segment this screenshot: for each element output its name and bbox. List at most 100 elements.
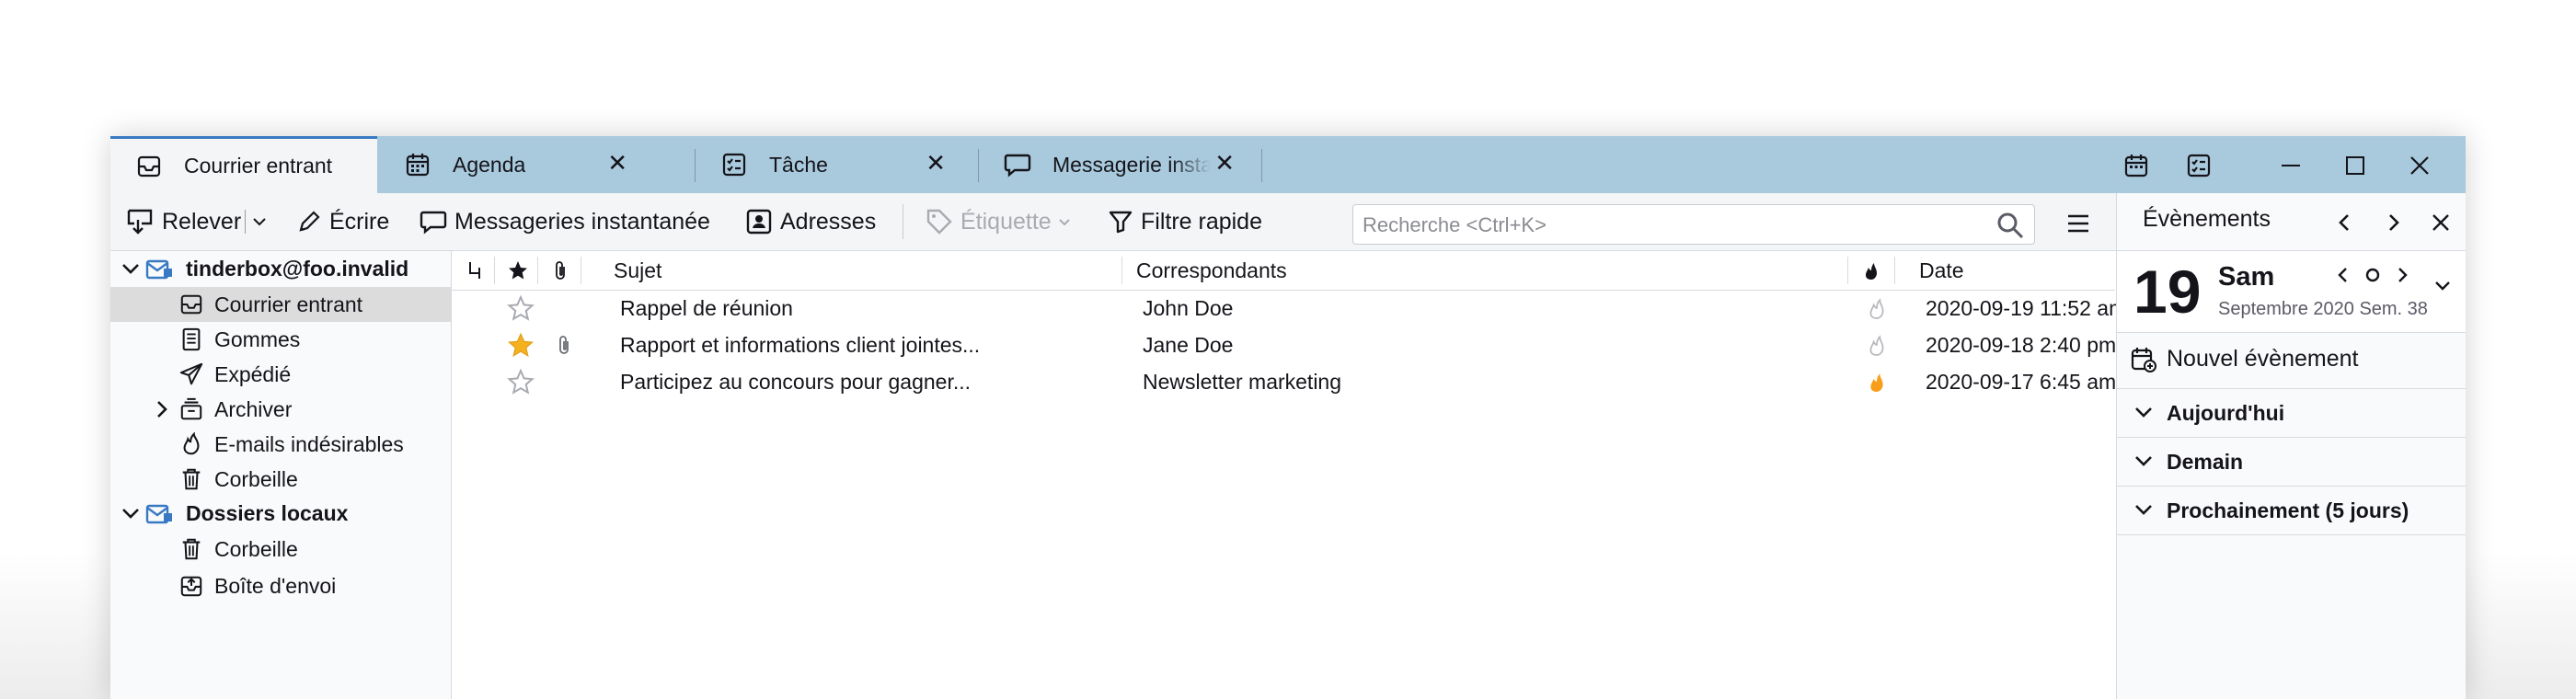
chevron-left-icon[interactable] (2336, 266, 2351, 289)
thread-column-icon[interactable] (466, 251, 485, 290)
flame-icon[interactable] (1867, 363, 1887, 400)
account-row[interactable]: Dossiers locaux (110, 496, 451, 531)
flame-icon[interactable] (1867, 290, 1887, 327)
folder-sent[interactable]: Expédié (110, 357, 451, 392)
quick-filter-label: Filtre rapide (1141, 208, 1262, 235)
folder-trash[interactable]: Corbeille (110, 532, 451, 567)
column-correspondents[interactable]: Correspondants (1136, 251, 1287, 290)
folder-label: Boîte d'envoi (214, 573, 337, 598)
mini-day: 19 Sam Septembre 2020 Sem. 38 (2117, 251, 2466, 333)
star-column-icon[interactable] (507, 251, 529, 290)
divider (494, 257, 495, 284)
message-from: Jane Doe (1143, 332, 1234, 357)
write-button[interactable]: Écrire (296, 206, 389, 237)
folder-pane: tinderbox@foo.invalid Courrier entrant G… (110, 251, 452, 699)
message-subject: Rappel de réunion (620, 295, 793, 320)
star-icon[interactable] (507, 290, 535, 327)
today-circle-icon[interactable] (2363, 266, 2382, 289)
get-messages-dropdown[interactable] (250, 206, 276, 237)
tag-icon (926, 209, 952, 235)
day-number: 19 (2133, 258, 2202, 326)
search-input[interactable] (1361, 209, 1972, 242)
divider (245, 210, 246, 234)
folder-trash[interactable]: Corbeille (110, 462, 451, 497)
folder-label: Expédié (214, 361, 292, 386)
tab-chat[interactable]: Messagerie insta ✕ (979, 136, 1259, 193)
flame-icon[interactable] (1867, 327, 1887, 363)
message-row[interactable]: Rappel de réunion John Doe 2020-09-19 11… (452, 290, 2126, 327)
address-book-icon (746, 209, 772, 235)
message-row[interactable]: Participez au concours pour gagner... Ne… (452, 363, 2116, 400)
message-from: John Doe (1143, 295, 1234, 320)
tasks-icon[interactable] (2180, 147, 2217, 184)
folder-archives[interactable]: Archiver (110, 392, 451, 427)
column-date[interactable]: Date (1919, 251, 1964, 290)
account-row[interactable]: tinderbox@foo.invalid (110, 251, 451, 286)
folder-junk[interactable]: E-mails indésirables (110, 427, 451, 462)
folder-inbox[interactable]: Courrier entrant (110, 287, 451, 322)
divider (1847, 257, 1848, 284)
chevron-down-icon[interactable] (120, 502, 142, 524)
message-row[interactable]: Rapport et informations client jointes..… (452, 327, 2117, 363)
download-icon (127, 209, 153, 235)
close-tab-icon[interactable]: ✕ (1214, 149, 1235, 178)
star-icon[interactable] (507, 327, 535, 363)
chevron-right-icon[interactable] (2395, 266, 2409, 289)
thread-pane: Sujet Correspondants Date Rappel de réun… (452, 251, 2182, 699)
mail-toolbar: Relever Écrire Messageries instantanée A… (110, 193, 2116, 251)
tasks-icon (719, 150, 749, 179)
thread-icon (469, 262, 480, 279)
search-field[interactable] (1352, 204, 2035, 245)
message-date: 2020-09-19 11:52 am (1926, 295, 2127, 320)
maximize-icon[interactable] (2337, 147, 2374, 184)
close-tab-icon[interactable]: ✕ (607, 149, 627, 178)
tag-button[interactable]: Étiquette (926, 206, 1079, 237)
chevron-down-icon[interactable] (120, 258, 142, 280)
app-menu-button[interactable] (2065, 208, 2099, 239)
column-subject[interactable]: Sujet (614, 251, 661, 290)
tab-agenda[interactable]: Agenda ✕ (379, 136, 653, 193)
draft-icon (178, 326, 205, 353)
address-book-button[interactable]: Adresses (745, 206, 876, 237)
tab-label: Courrier entrant (184, 154, 333, 178)
star-icon[interactable] (507, 363, 535, 400)
chevron-right-icon[interactable] (2378, 208, 2408, 237)
calendar-icon[interactable] (2118, 147, 2155, 184)
tab-bar: Courrier entrant Agenda ✕ Tâche ✕ Messag… (110, 136, 2466, 193)
quick-filter-button[interactable]: Filtre rapide (1108, 206, 1262, 237)
outbox-icon (178, 572, 205, 600)
tab-tasks[interactable]: Tâche ✕ (696, 136, 972, 193)
trash-icon (178, 465, 205, 493)
section-today[interactable]: Aujourd'hui (2117, 389, 2466, 438)
tab-inbox[interactable]: Courrier entrant (110, 136, 377, 193)
attachment-column-icon[interactable] (551, 251, 569, 290)
close-window-icon[interactable] (2401, 147, 2438, 184)
folder-outbox[interactable]: Boîte d'envoi (110, 568, 451, 603)
search-icon[interactable] (1995, 211, 2025, 245)
message-subject: Participez au concours pour gagner... (620, 369, 972, 394)
address-book-label: Adresses (780, 208, 877, 235)
section-label: Prochainement (5 jours) (2167, 498, 2409, 522)
close-icon[interactable] (2426, 208, 2455, 237)
chevron-right-icon[interactable] (151, 398, 173, 420)
section-upcoming[interactable]: Prochainement (5 jours) (2117, 487, 2466, 535)
chevron-down-icon[interactable] (2433, 277, 2452, 300)
close-tab-icon[interactable]: ✕ (926, 149, 946, 178)
calendar-icon (403, 150, 432, 179)
message-date: 2020-09-18 2:40 pm (1926, 332, 2117, 357)
new-event-button[interactable]: Nouvel évènement (2117, 333, 2466, 389)
thunderbird-window: Courrier entrant Agenda ✕ Tâche ✕ Messag… (110, 136, 2466, 699)
folder-label: Corbeille (214, 466, 298, 491)
chat-button[interactable]: Messageries instantanée (420, 206, 710, 237)
inbox-icon (178, 291, 205, 318)
today-pane-title: Évènements (2143, 206, 2271, 232)
minimize-icon[interactable] (2272, 147, 2309, 184)
junk-column-icon[interactable] (1862, 251, 1880, 290)
inbox-icon (134, 152, 164, 181)
folder-drafts[interactable]: Gommes (110, 322, 451, 357)
get-messages-button[interactable]: Relever (125, 206, 241, 237)
chat-icon (1003, 150, 1032, 179)
account-name: tinderbox@foo.invalid (186, 256, 409, 281)
chevron-left-icon[interactable] (2330, 208, 2360, 237)
section-tomorrow[interactable]: Demain (2117, 438, 2466, 487)
